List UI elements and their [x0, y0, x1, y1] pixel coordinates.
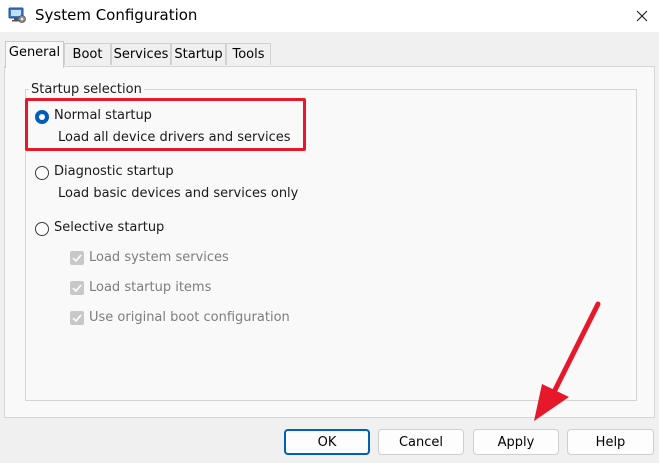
load-system-services-checkbox[interactable]: [70, 251, 84, 265]
load-startup-items-label: Load startup items: [89, 280, 212, 295]
window-title: System Configuration: [35, 6, 198, 24]
normal-startup-label[interactable]: Normal startup: [54, 108, 152, 123]
cancel-button[interactable]: Cancel: [378, 429, 464, 455]
use-original-boot-config-checkbox[interactable]: [70, 311, 84, 325]
selective-startup-label[interactable]: Selective startup: [54, 220, 164, 235]
diagnostic-startup-label[interactable]: Diagnostic startup: [54, 164, 174, 179]
apply-button[interactable]: Apply: [473, 429, 559, 455]
tab-tools[interactable]: Tools: [226, 43, 271, 65]
startup-selection-label: Startup selection: [29, 82, 144, 97]
normal-startup-description: Load all device drivers and services: [58, 130, 291, 145]
load-system-services-label: Load system services: [89, 250, 229, 265]
tab-general[interactable]: General: [5, 41, 64, 68]
close-icon: [636, 10, 647, 22]
selective-startup-radio[interactable]: [35, 222, 49, 236]
diagnostic-startup-description: Load basic devices and services only: [58, 186, 299, 201]
close-button[interactable]: [624, 0, 659, 32]
tab-bar: Boot Services Startup Tools General: [0, 41, 659, 68]
tab-services[interactable]: Services: [111, 43, 171, 65]
use-original-boot-config-label: Use original boot configuration: [89, 310, 290, 325]
system-config-icon: [8, 7, 26, 23]
title-bar: System Configuration: [0, 0, 659, 32]
ok-button[interactable]: OK: [284, 429, 370, 455]
tab-startup[interactable]: Startup: [171, 43, 226, 65]
normal-startup-radio[interactable]: [35, 110, 49, 124]
checkmark-icon: [72, 314, 82, 323]
tab-boot[interactable]: Boot: [64, 43, 111, 65]
diagnostic-startup-radio[interactable]: [35, 166, 49, 180]
checkmark-icon: [72, 284, 82, 293]
checkmark-icon: [72, 254, 82, 263]
help-button[interactable]: Help: [567, 429, 654, 455]
load-startup-items-checkbox[interactable]: [70, 281, 84, 295]
